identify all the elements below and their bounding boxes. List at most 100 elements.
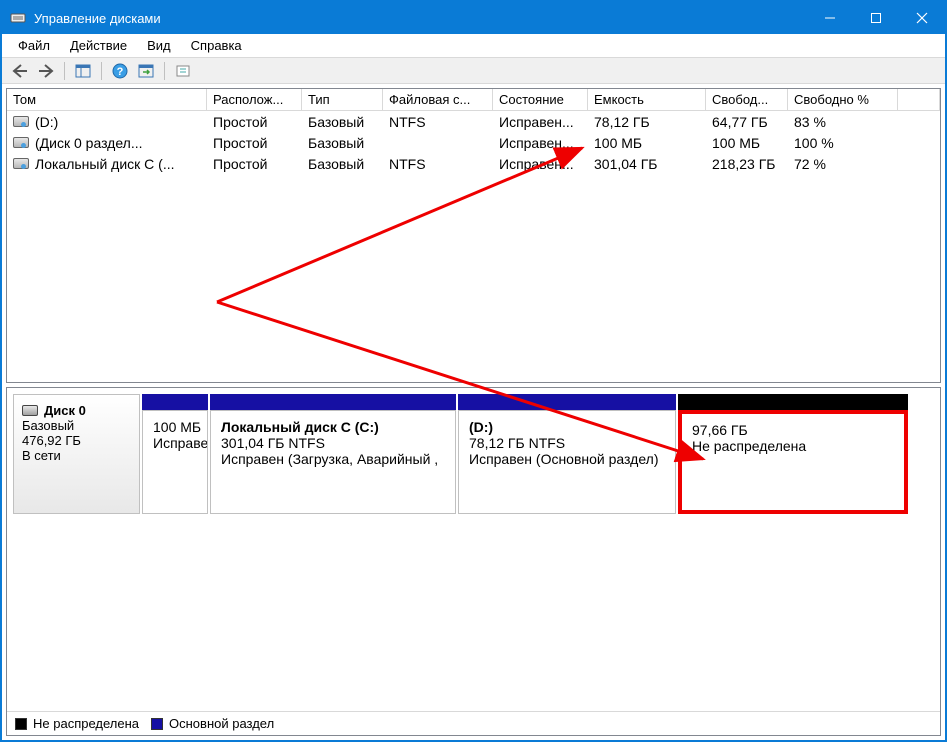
cell-volume: Локальный диск C (... [7,156,207,172]
menu-file[interactable]: Файл [8,36,60,55]
partition-stripe [142,394,934,410]
legend-primary: Основной раздел [169,716,274,731]
legend-swatch-primary [151,718,163,730]
cell-type: Базовый [302,156,383,172]
volume-list-body[interactable]: (D:)ПростойБазовыйNTFSИсправен...78,12 Г… [7,111,940,382]
table-row[interactable]: (Диск 0 раздел...ПростойБазовый Исправен.… [7,132,940,153]
partition-box[interactable]: (D:)78,12 ГБ NTFSИсправен (Основной разд… [458,410,676,514]
disk-capacity: 476,92 ГБ [22,433,131,448]
menu-action[interactable]: Действие [60,36,137,55]
toolbar-separator [164,62,165,80]
panel-icon[interactable] [71,61,95,81]
cell-filesystem: NTFS [383,114,493,130]
app-icon [10,10,26,26]
cell-status: Исправен... [493,156,588,172]
table-row[interactable]: Локальный диск C (...ПростойБазовыйNTFSИ… [7,153,940,174]
partition-status: Исправен (Загрузка, Аварийный , [221,451,445,467]
cell-layout: Простой [207,114,302,130]
cell-filesystem: NTFS [383,156,493,172]
refresh-icon[interactable] [134,61,158,81]
partition-name: Локальный диск C (C:) [221,419,445,435]
cell-layout: Простой [207,135,302,151]
help-icon[interactable]: ? [108,61,132,81]
svg-text:?: ? [117,66,124,78]
disk-icon [22,405,38,416]
partition-size: 78,12 ГБ NTFS [469,435,665,451]
col-capacity[interactable]: Емкость [588,89,706,110]
menubar: Файл Действие Вид Справка [2,34,945,58]
cell-capacity: 100 МБ [588,135,706,151]
col-layout[interactable]: Располож... [207,89,302,110]
partition-status: Исправен (Основной раздел) [469,451,665,467]
toolbar-separator [64,62,65,80]
col-type[interactable]: Тип [302,89,383,110]
stripe-segment [678,394,908,410]
partition-box[interactable]: Локальный диск C (C:)301,04 ГБ NTFSИспра… [210,410,456,514]
partition-size: 301,04 ГБ NTFS [221,435,445,451]
partitions-container: 100 МБИсправенЛокальный диск C (C:)301,0… [142,394,934,514]
col-free[interactable]: Свобод... [706,89,788,110]
cell-type: Базовый [302,135,383,151]
cell-freepct: 72 % [788,156,898,172]
legend: Не распределена Основной раздел [7,711,940,735]
cell-status: Исправен... [493,135,588,151]
volume-list-header[interactable]: ТомРасполож...ТипФайловая с...СостояниеЕ… [7,89,940,111]
content-area: ТомРасполож...ТипФайловая с...СостояниеЕ… [2,84,945,740]
cell-capacity: 301,04 ГБ [588,156,706,172]
disk-online: В сети [22,448,131,463]
volume-icon [13,137,29,148]
partition-status: Не распределена [692,438,894,454]
cell-freepct: 100 % [788,135,898,151]
cell-type: Базовый [302,114,383,130]
minimize-button[interactable] [807,2,853,34]
disk-label: Диск 0 [44,403,86,418]
col-status[interactable]: Состояние [493,89,588,110]
col-spare[interactable] [898,89,940,110]
window-title: Управление дисками [34,11,807,26]
col-volume[interactable]: Том [7,89,207,110]
maximize-button[interactable] [853,2,899,34]
volume-icon [13,158,29,169]
cell-free: 100 МБ [706,135,788,151]
forward-button[interactable] [34,61,58,81]
legend-unallocated: Не распределена [33,716,139,731]
partition-box[interactable]: 97,66 ГБНе распределена [678,410,908,514]
cell-layout: Простой [207,156,302,172]
menu-view[interactable]: Вид [137,36,181,55]
cell-status: Исправен... [493,114,588,130]
stripe-segment [210,394,456,410]
partition-size: 97,66 ГБ [692,422,894,438]
disk-info-box[interactable]: Диск 0 Базовый 476,92 ГБ В сети [13,394,140,514]
disk-layout-area: Диск 0 Базовый 476,92 ГБ В сети 100 МБИс… [7,388,940,711]
disk-row: Диск 0 Базовый 476,92 ГБ В сети 100 МБИс… [13,394,934,514]
disk-type: Базовый [22,418,131,433]
partition-box[interactable]: 100 МБИсправен [142,410,208,514]
cell-capacity: 78,12 ГБ [588,114,706,130]
disk-management-window: Управление дисками Файл Действие Вид Спр… [0,0,947,742]
cell-freepct: 83 % [788,114,898,130]
stripe-segment [142,394,208,410]
cell-volume: (Диск 0 раздел... [7,135,207,151]
partition-name: (D:) [469,419,665,435]
toolbar: ? [2,58,945,84]
col-freepct[interactable]: Свободно % [788,89,898,110]
stripe-segment [458,394,676,410]
volume-icon [13,116,29,127]
toolbar-separator [101,62,102,80]
cell-free: 218,23 ГБ [706,156,788,172]
col-filesystem[interactable]: Файловая с... [383,89,493,110]
cell-volume: (D:) [7,114,207,130]
menu-help[interactable]: Справка [181,36,252,55]
settings-icon[interactable] [171,61,195,81]
legend-swatch-unallocated [15,718,27,730]
partition-status: Исправен [153,435,197,451]
table-row[interactable]: (D:)ПростойБазовыйNTFSИсправен...78,12 Г… [7,111,940,132]
partition-size: 100 МБ [153,419,197,435]
titlebar[interactable]: Управление дисками [2,2,945,34]
graphical-view-panel: Диск 0 Базовый 476,92 ГБ В сети 100 МБИс… [6,387,941,736]
cell-free: 64,77 ГБ [706,114,788,130]
back-button[interactable] [8,61,32,81]
partition-bodies: 100 МБИсправенЛокальный диск C (C:)301,0… [142,410,934,514]
volume-list-panel: ТомРасполож...ТипФайловая с...СостояниеЕ… [6,88,941,383]
close-button[interactable] [899,2,945,34]
